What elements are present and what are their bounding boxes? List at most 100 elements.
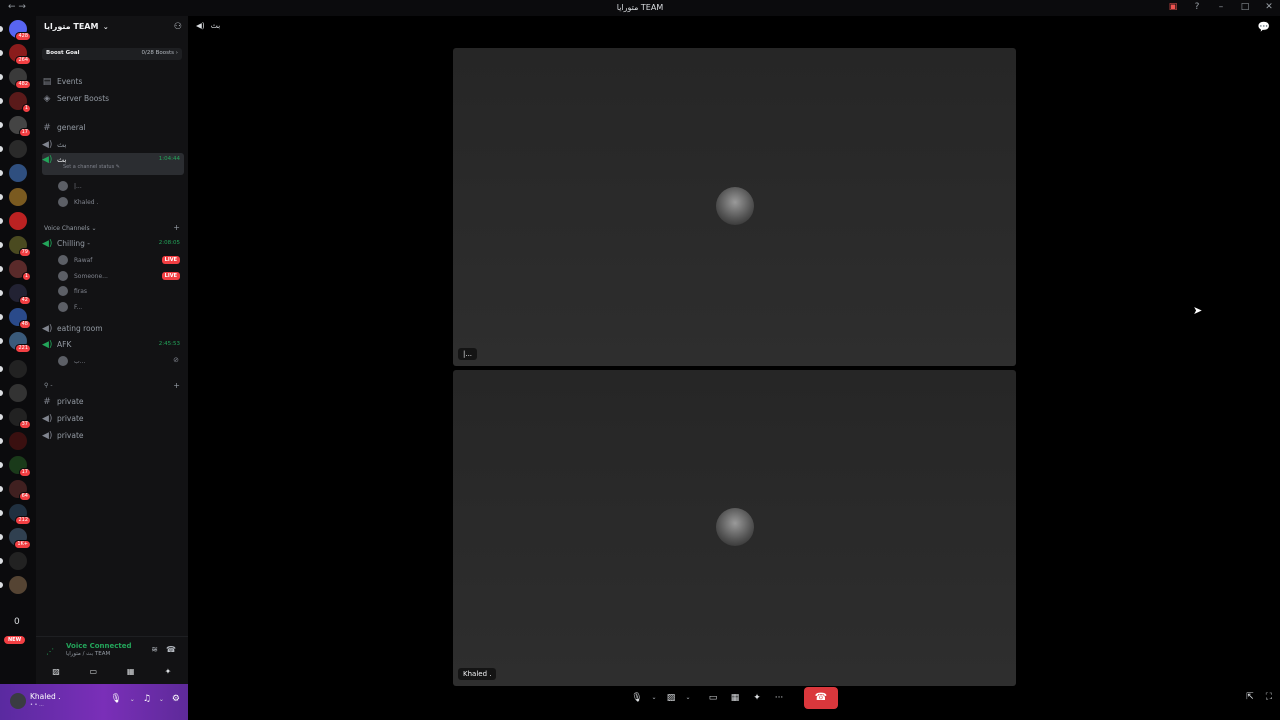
server-icon[interactable] [9, 140, 27, 158]
microphone-icon[interactable]: 🎙 [110, 694, 121, 704]
unread-pill [0, 338, 3, 344]
server-icon[interactable]: 17 [9, 116, 31, 137]
microphone-icon[interactable]: 🎙 [628, 689, 646, 707]
channel-chilling[interactable]: ◀) Chilling - 2:08:05 [42, 236, 184, 251]
screen-share-icon[interactable]: ▭ [704, 689, 722, 707]
server-icon[interactable]: 482 [9, 68, 31, 89]
voice-user[interactable]: F... [58, 300, 82, 314]
help-icon[interactable]: ? [1192, 2, 1202, 12]
deafened-icon: ⊘ [173, 356, 179, 364]
popout-icon[interactable]: ⇱ [1246, 692, 1254, 702]
voice-user[interactable]: Khaled . [58, 195, 98, 209]
category-2[interactable]: ⚲ - [44, 382, 52, 389]
server-icon[interactable]: 1 [9, 92, 31, 113]
events-item[interactable]: ▤ Events [42, 74, 184, 89]
maximize-icon[interactable]: □ [1240, 2, 1250, 12]
server-icon[interactable]: 428 [9, 20, 31, 41]
user-name: firas [74, 287, 88, 295]
create-channel-icon[interactable]: + [173, 223, 180, 232]
settings-gear-icon[interactable]: ⚙ [172, 694, 180, 704]
channel-label: private [57, 397, 84, 406]
channel-status[interactable]: Set a channel status ✎ [63, 164, 120, 170]
voice-user[interactable]: |... [58, 179, 82, 193]
user-name: Someone... [74, 272, 108, 280]
soundboard-icon[interactable]: ✦ [154, 665, 182, 679]
channel-selected-voice[interactable]: ◀) بث 1:04:44 Set a channel status ✎ [42, 153, 184, 175]
channel-label: general [57, 123, 86, 132]
voice-user[interactable]: firas [58, 284, 87, 298]
title-bar: ← → متورايا TEAM ▣ ? – □ ✕ [0, 0, 1280, 16]
user-name[interactable]: Khaled . [30, 692, 61, 701]
minimize-icon[interactable]: – [1216, 2, 1226, 12]
unread-pill [0, 290, 3, 296]
avatar[interactable] [10, 693, 26, 709]
server-icon[interactable]: 42 [9, 284, 31, 305]
boost-goal[interactable]: Boost Goal 0/28 Boosts › [42, 48, 182, 60]
headphones-icon[interactable]: ♫ [143, 694, 151, 704]
boost-gem-icon: ◈ [43, 93, 51, 104]
server-icon[interactable] [9, 188, 27, 206]
voice-user[interactable]: ب... [58, 354, 85, 368]
server-icon[interactable]: 48 [9, 308, 31, 329]
inbox-icon[interactable]: ▣ [1168, 2, 1178, 12]
signal-icon[interactable]: ⋰ [46, 647, 54, 656]
channel-general[interactable]: # general [42, 120, 184, 135]
server-icon[interactable]: 17 [9, 456, 31, 477]
chevron-down-icon[interactable]: ⌄ [684, 689, 692, 707]
invite-icon[interactable]: ⚇ [174, 22, 182, 32]
server-icon[interactable]: 37 [9, 408, 31, 429]
unread-pill [0, 98, 3, 104]
video-tile[interactable]: Khaled . [453, 370, 1016, 686]
server-header[interactable]: متورايا TEAM ⌄ [44, 22, 109, 31]
noise-suppression-icon[interactable]: ≋ [151, 645, 158, 654]
server-boosts-item[interactable]: ◈ Server Boosts [42, 91, 184, 106]
server-icon[interactable] [9, 164, 27, 182]
channel-private-3[interactable]: ◀) private [42, 428, 184, 443]
server-icon[interactable] [9, 360, 27, 378]
server-icon[interactable]: 221 [9, 332, 31, 353]
soundboard-icon[interactable]: ✦ [748, 689, 766, 707]
channel-afk[interactable]: ◀) AFK 2:45:53 [42, 337, 184, 352]
server-icon[interactable]: 212 [9, 504, 31, 525]
server-icon[interactable] [9, 576, 27, 594]
server-icon[interactable] [9, 384, 27, 402]
voice-connected-title[interactable]: Voice Connected [66, 642, 132, 650]
server-icon[interactable] [9, 552, 27, 570]
chat-icon[interactable]: 💬 [1258, 22, 1270, 33]
server-icon[interactable]: 64 [9, 480, 31, 501]
activities-icon[interactable]: ▦ [726, 689, 744, 707]
unread-pill [0, 170, 3, 176]
more-options-icon[interactable]: ··· [770, 689, 788, 707]
voice-user[interactable]: Rawaf [58, 253, 92, 267]
screen-share-icon[interactable]: ▭ [79, 665, 107, 679]
disconnect-button[interactable]: ☎ [804, 687, 838, 709]
channel-voice-1[interactable]: ◀) بث [42, 137, 184, 152]
camera-off-icon[interactable]: ▨ [662, 689, 680, 707]
chevron-down-icon[interactable]: ⌄ [130, 696, 135, 703]
unread-pill [0, 462, 3, 468]
close-icon[interactable]: ✕ [1264, 2, 1274, 12]
server-icon[interactable]: 1 [9, 260, 31, 281]
chevron-down-icon[interactable]: ⌄ [159, 696, 164, 703]
activities-icon[interactable]: ▦ [117, 665, 145, 679]
calendar-icon: ▤ [42, 76, 52, 87]
channel-eating-room[interactable]: ◀) eating room [42, 321, 184, 336]
create-channel-icon[interactable]: + [173, 381, 180, 390]
disconnect-icon[interactable]: ☎ [166, 645, 176, 654]
camera-off-icon[interactable]: ▨ [42, 665, 70, 679]
new-badge[interactable]: NEW [4, 636, 26, 644]
category-voice-channels[interactable]: Voice Channels ⌄ [44, 225, 97, 232]
server-icon[interactable]: 264 [9, 44, 31, 65]
channel-private-1[interactable]: # private [42, 394, 184, 409]
chevron-down-icon[interactable]: ⌄ [650, 689, 658, 707]
video-tile[interactable]: |... [453, 48, 1016, 366]
server-icon[interactable] [9, 212, 27, 230]
server-icon[interactable]: 79 [9, 236, 31, 257]
server-icon[interactable] [9, 432, 27, 450]
voice-user[interactable]: Someone... [58, 269, 108, 283]
fullscreen-icon[interactable]: ⛶ [1266, 692, 1272, 702]
server-icon[interactable]: 1K+ [9, 528, 31, 549]
voice-connected-subtitle[interactable]: بث / متورايا TEAM [66, 651, 110, 657]
mention-badge: 1 [21, 104, 31, 113]
channel-private-2[interactable]: ◀) private [42, 411, 184, 426]
